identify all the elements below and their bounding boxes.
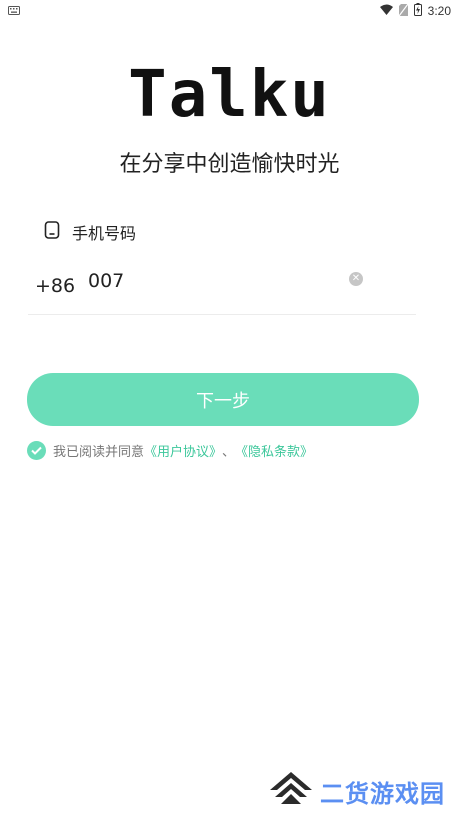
country-code[interactable]: +86: [35, 275, 75, 297]
clear-icon[interactable]: ✕: [349, 272, 363, 286]
divider: [28, 314, 416, 315]
wifi-icon: [379, 4, 393, 18]
phone-icon: [44, 221, 60, 243]
phone-input[interactable]: 007: [88, 270, 124, 292]
no-sim-icon: [398, 3, 409, 19]
app-logo: Talku: [128, 58, 331, 132]
battery-icon: [413, 3, 422, 19]
user-agreement-link[interactable]: 《用户协议》: [144, 441, 222, 460]
watermark-text: 二货游戏园: [320, 779, 445, 808]
watermark: 二货游戏园: [268, 770, 445, 812]
phone-label: 手机号码: [72, 224, 137, 243]
phone-label-row: 手机号码: [44, 220, 136, 244]
watermark-logo-icon: [268, 770, 314, 812]
check-icon[interactable]: [27, 441, 46, 460]
next-button[interactable]: 下一步: [27, 373, 419, 426]
agreement-row: 我已阅读并同意 《用户协议》 、 《隐私条款》: [27, 441, 313, 460]
slogan: 在分享中创造愉快时光: [119, 152, 340, 177]
status-time: 3:20: [427, 4, 451, 18]
agreement-prefix: 我已阅读并同意: [53, 445, 145, 460]
privacy-policy-link[interactable]: 《隐私条款》: [235, 441, 313, 460]
status-bar: 3:20: [0, 0, 459, 20]
keyboard-icon: [8, 4, 20, 18]
agreement-separator: 、: [222, 445, 236, 460]
